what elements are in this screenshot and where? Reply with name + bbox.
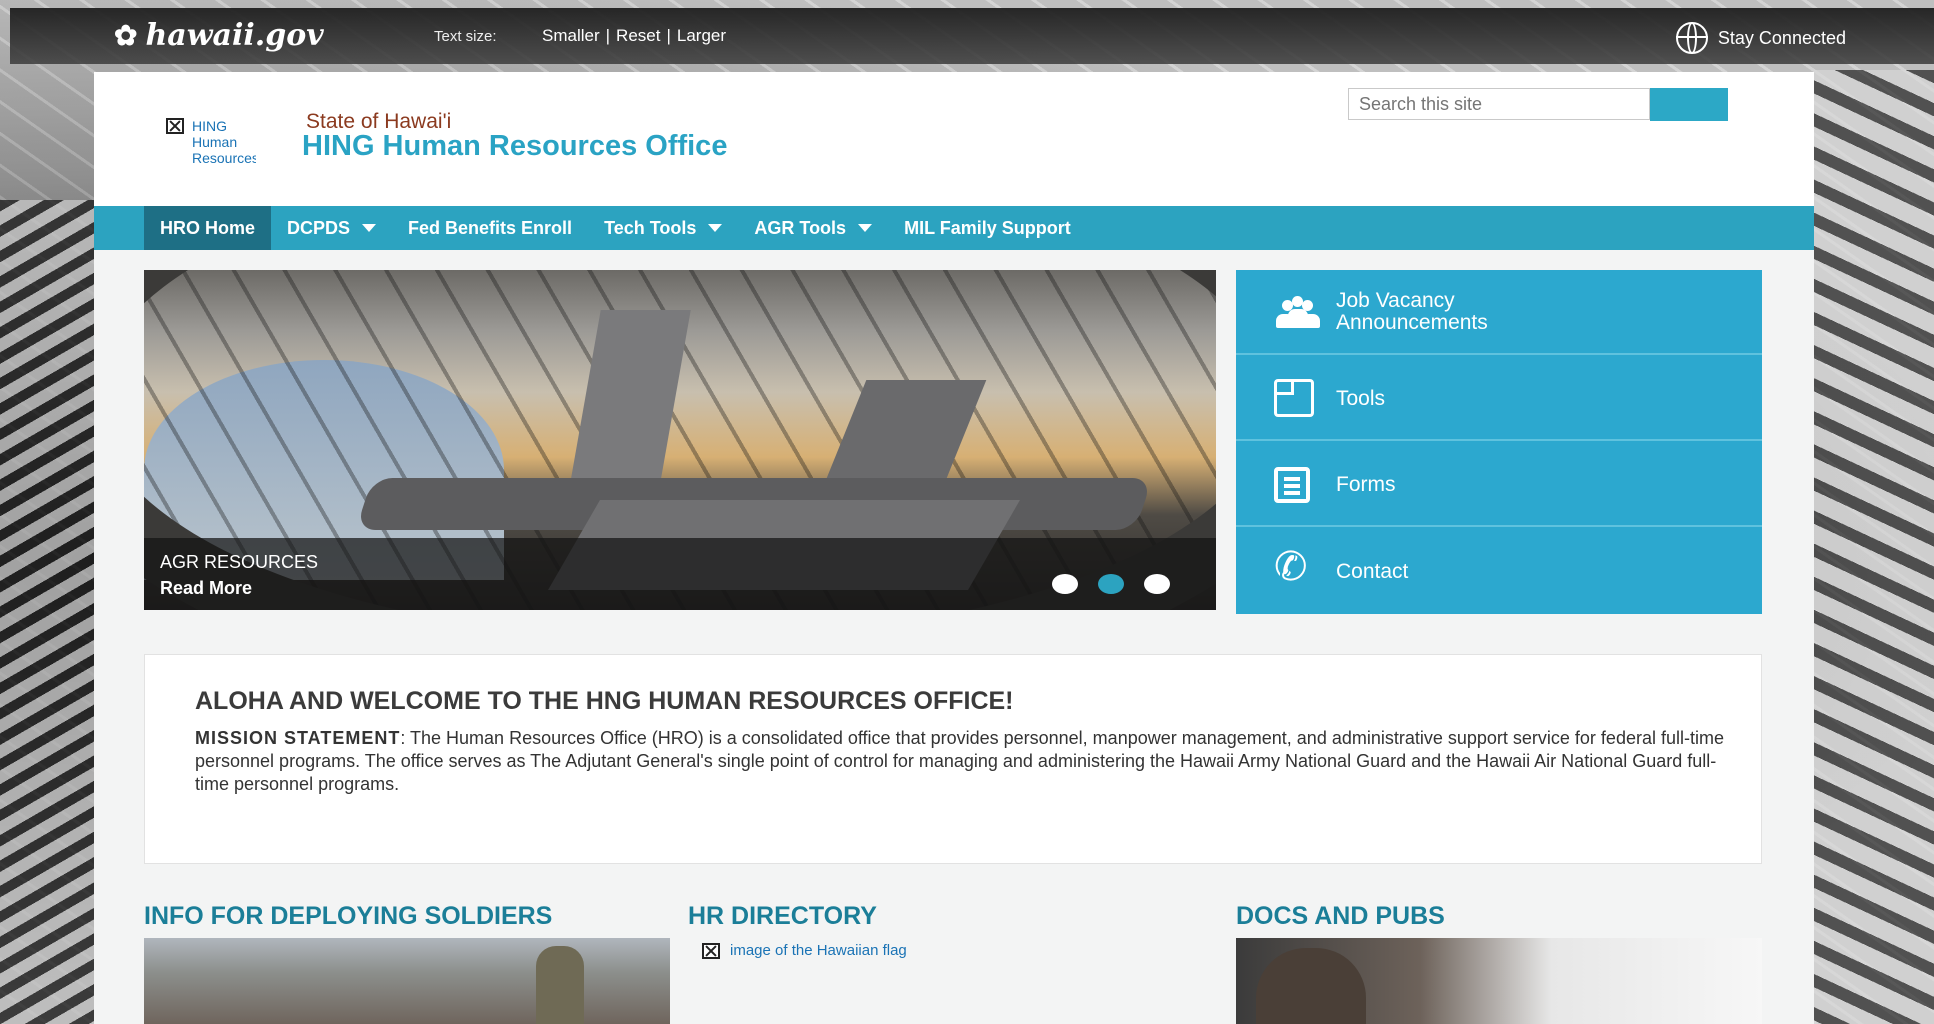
stay-connected-label: Stay Connected [1717,27,1846,48]
section-title-hr-directory[interactable]: HR DIRECTORY [688,902,877,931]
text-size-label: Text size: [434,28,497,45]
carousel-dot-1[interactable] [1052,574,1078,594]
nav-label: Fed Benefits Enroll [408,217,573,238]
mission-text: : The Human Resources Office (HRO) is a … [195,728,1724,794]
phone-icon: ✆ [1274,545,1308,589]
nav-fed-benefits-enroll[interactable]: Fed Benefits Enroll [392,206,588,250]
caret-down-icon [708,224,723,232]
quick-link-label: Contact [1336,560,1409,583]
nav-label: Tech Tools [604,217,697,238]
search-button[interactable] [1650,88,1728,121]
quick-link-label: Forms [1336,473,1396,496]
quick-links: Job Vacancy Announcements Tools Forms ✆ … [1236,270,1762,614]
nav-tech-tools[interactable]: Tech Tools [588,206,738,250]
stay-connected-link[interactable]: Stay Connected [1675,22,1846,54]
brand-text: hawaii.gov [145,18,324,53]
main-panel: HING Human Resources State of Hawai'i HI… [94,72,1814,1024]
quick-link-label: Job Vacancy Announcements [1336,290,1488,334]
flag-alt-text: image of the Hawaiian flag [730,942,907,959]
mission-statement: MISSION STATEMENT: The Human Resources O… [195,727,1725,796]
nav-hro-home[interactable]: HRO Home [144,206,272,250]
logo-alt-text: HING Human Resources [192,118,256,166]
carousel-dot-3[interactable] [1144,574,1170,594]
nav-mil-family-support[interactable]: MIL Family Support [888,206,1087,250]
docs-and-pubs-image[interactable] [1236,938,1762,1024]
hawaiian-flag-image[interactable]: image of the Hawaiian flag [702,942,907,959]
text-reset-link[interactable]: Reset [616,26,660,46]
hibiscus-icon: ✿ [114,19,138,52]
person-figure [1256,948,1366,1024]
site-logo[interactable]: HING Human Resources [166,118,256,184]
site-header: HING Human Resources State of Hawai'i HI… [94,72,1814,206]
carousel-indicators [1052,574,1170,594]
carousel-dot-2[interactable] [1098,574,1124,594]
broken-image-icon [702,942,720,959]
main-nav: HRO Home DCPDS Fed Benefits Enroll Tech … [94,206,1814,250]
welcome-title: ALOHA AND WELCOME TO THE HNG HUMAN RESOU… [195,687,1014,715]
quick-link-label-line1: Job Vacancy [1336,289,1455,312]
caret-down-icon [362,224,377,232]
quick-link-contact[interactable]: ✆ Contact [1236,527,1762,614]
nav-label: HRO Home [160,217,256,238]
hero-carousel[interactable]: AGR RESOURCES Read More [144,270,1216,610]
document-icon [1274,379,1314,417]
text-smaller-link[interactable]: Smaller [542,26,600,46]
broken-image-icon [166,118,184,134]
mission-label: MISSION STATEMENT [195,728,401,748]
background-texture-right [1814,70,1934,1024]
background-texture-left [0,200,94,1024]
section-title-deploying-soldiers[interactable]: INFO FOR DEPLOYING SOLDIERS [144,902,552,931]
quick-link-job-vacancy[interactable]: Job Vacancy Announcements [1236,270,1762,355]
users-icon [1274,296,1320,332]
globe-icon [1675,22,1708,54]
nav-label: DCPDS [287,217,351,238]
nav-label: MIL Family Support [904,217,1071,238]
nav-dcpds[interactable]: DCPDS [271,206,392,250]
nav-agr-tools[interactable]: AGR Tools [738,206,888,250]
welcome-section: ALOHA AND WELCOME TO THE HNG HUMAN RESOU… [144,654,1762,864]
quick-link-label: Tools [1336,387,1386,410]
quick-link-forms[interactable]: Forms [1236,441,1762,527]
separator: | [666,26,671,45]
deploying-soldiers-image[interactable] [144,938,670,1024]
search-input[interactable] [1348,88,1650,120]
caret-down-icon [858,224,873,232]
office-title[interactable]: HING Human Resources Office [302,130,727,163]
quick-link-label-line2: Announcements [1336,311,1488,334]
text-size-controls: Smaller | Reset | Larger [542,26,726,46]
carousel-caption-title: AGR RESOURCES [160,552,319,572]
read-more-link[interactable]: Read More [160,578,252,599]
hawaii-gov-logo[interactable]: ✿ hawaii.gov [114,18,324,53]
section-title-docs-and-pubs[interactable]: DOCS AND PUBS [1236,902,1445,931]
text-larger-link[interactable]: Larger [677,26,726,46]
soldier-figure [536,946,584,1024]
separator: | [605,26,611,45]
form-list-icon [1274,467,1310,503]
nav-label: AGR Tools [754,217,847,238]
top-bar: ✿ hawaii.gov Text size: Smaller | Reset … [10,8,1934,64]
quick-link-tools[interactable]: Tools [1236,355,1762,441]
